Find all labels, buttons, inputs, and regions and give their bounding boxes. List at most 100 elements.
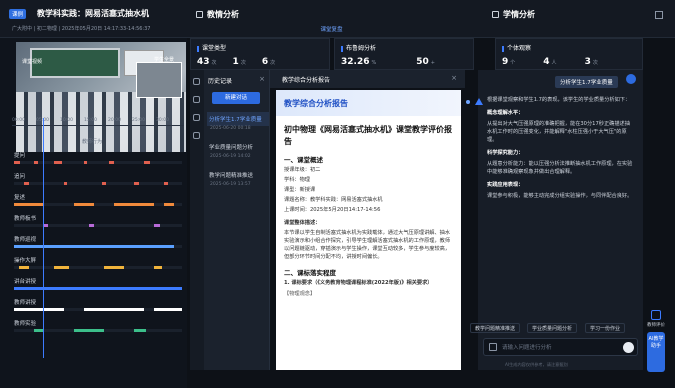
quick-action-button[interactable]: 学业质量问题分析: [527, 323, 578, 333]
attach-icon[interactable]: [489, 343, 497, 351]
report-title: 初中物理《网易活塞式抽水机》课堂教学评价报告: [284, 125, 452, 146]
tick-label: 10:00: [60, 118, 73, 123]
quick-action-button[interactable]: 学习一份作业: [585, 323, 626, 333]
timeline-row: 提问: [12, 149, 184, 170]
timeline-segment[interactable]: [154, 266, 162, 269]
timeline-segment[interactable]: [109, 161, 114, 164]
stat-value: 32.26%: [341, 57, 377, 67]
behavior-timeline: 00:00 05:00 10:00 15:00 20:00 25:00 30:0…: [12, 118, 184, 338]
timeline-track[interactable]: [14, 245, 182, 248]
timeline-segment[interactable]: [84, 308, 144, 311]
history-item[interactable]: 分析学生1.7学业质量: [207, 112, 269, 126]
history-date: 2025-06-19 14:02: [210, 154, 251, 159]
history-item[interactable]: 教学问题精准推送: [207, 168, 269, 182]
response-intro: 根据课堂观察和学生1.7的表现，该学生的学业质量分析如下：: [487, 97, 631, 103]
timeline-segment[interactable]: [14, 203, 44, 206]
report-quote: 【物理观念】: [284, 291, 316, 297]
report-header: 教学综合分析报告 ×: [270, 70, 465, 88]
button-label: 教师评价: [647, 323, 665, 328]
overview-text: 本节课以学生自制活塞式抽水机为实践载体，通过大气压原理讲解、抽水实验演示和小组合…: [284, 230, 451, 260]
teacher-eval-button[interactable]: 教师评价: [647, 310, 665, 328]
timeline-segment[interactable]: [54, 161, 62, 164]
timeline-row-label: 教师板书: [14, 216, 37, 222]
video-label: 课堂视频: [22, 59, 43, 65]
timeline-segment[interactable]: [74, 203, 94, 206]
banner-title: 教学综合分析报告: [284, 99, 348, 108]
timeline-track[interactable]: [14, 308, 182, 311]
send-button[interactable]: [623, 342, 634, 353]
timeline-segment[interactable]: [14, 287, 182, 290]
timeline-segment[interactable]: [164, 182, 168, 185]
document-icon[interactable]: [193, 114, 200, 121]
tick-label: 20:00: [108, 118, 121, 123]
timeline-segment[interactable]: [89, 224, 94, 227]
overview-label: 课堂整体描述：: [284, 220, 321, 226]
report-document[interactable]: 教学综合分析报告 初中物理《网易活塞式抽水机》课堂教学评价报告 一、课堂概述 授…: [276, 90, 461, 370]
stat-value: 6次: [261, 57, 276, 67]
student-inset-video[interactable]: [136, 62, 182, 98]
timeline-segment[interactable]: [102, 182, 106, 185]
timeline-segment[interactable]: [54, 266, 69, 269]
timeline-segment[interactable]: [164, 203, 174, 206]
tab-review[interactable]: 课堂复盘: [190, 25, 473, 37]
close-icon[interactable]: ×: [451, 74, 457, 82]
lesson-meta: 广大附中 | 初二物理 | 2025年05月20日 14:17:33-14:56…: [12, 26, 151, 32]
timeline-row: 追问: [12, 170, 184, 191]
timeline-segment[interactable]: [134, 182, 139, 185]
timeline-segment[interactable]: [19, 266, 29, 269]
history-item[interactable]: 学业质量问题分析: [207, 140, 269, 154]
timeline-segment[interactable]: [154, 224, 160, 227]
timeline-track[interactable]: [14, 329, 182, 332]
timeline-segment[interactable]: [64, 182, 67, 185]
timeline-segment[interactable]: [154, 308, 182, 311]
stat-row: 32.26% 50 +: [341, 57, 435, 67]
response-heading: 实践应用表现：: [487, 182, 524, 188]
timeline-playhead[interactable]: [43, 118, 44, 358]
timeline-row-label: 教师巡视: [14, 237, 37, 243]
fullscreen-icon[interactable]: [655, 11, 663, 19]
chat-input[interactable]: [502, 342, 622, 353]
timeline-row: 教师巡视: [12, 233, 184, 254]
timeline-segment[interactable]: [144, 161, 150, 164]
new-chat-button[interactable]: 新建对话: [212, 92, 260, 104]
timeline-track[interactable]: [14, 182, 182, 185]
timeline-segment[interactable]: [134, 329, 146, 332]
response-heading: 概念理解水平：: [487, 110, 524, 116]
back-icon[interactable]: [193, 78, 200, 85]
timeline-track[interactable]: [14, 266, 182, 269]
lesson-badge: 课例: [9, 9, 27, 19]
timeline-track[interactable]: [14, 287, 182, 290]
section-teaching-analysis[interactable]: 教情分析: [196, 9, 239, 20]
report-line: 课型：新授课: [284, 187, 316, 193]
timeline-row-label: 追问: [14, 174, 26, 180]
report-line: 学科：物理: [284, 177, 310, 183]
timeline-segment[interactable]: [104, 266, 124, 269]
scroll-indicator[interactable]: [466, 100, 470, 104]
stat-value: 50 +: [416, 57, 435, 67]
panel-title: 布鲁姆分析: [341, 43, 376, 52]
ai-assistant-button[interactable]: AI教学助手: [647, 332, 665, 372]
timeline-track[interactable]: [14, 161, 182, 164]
close-icon[interactable]: ×: [259, 75, 265, 83]
timeline-segment[interactable]: [34, 161, 38, 164]
timeline-row: 讲台讲授: [12, 275, 184, 296]
timeline-segment[interactable]: [14, 161, 20, 164]
quick-action-button[interactable]: 教学问题精准推送: [470, 323, 521, 333]
timeline-segment[interactable]: [114, 203, 154, 206]
timeline-row-label: 讲台讲授: [14, 279, 37, 285]
timeline-segment[interactable]: [84, 161, 87, 164]
timeline-row: 教师讲授: [12, 296, 184, 317]
timeline-segment[interactable]: [24, 182, 29, 185]
section-student-analysis[interactable]: 学情分析: [492, 9, 535, 20]
blackboard: [30, 48, 120, 78]
panel-title: 个体观察: [502, 43, 531, 52]
timeline-segment[interactable]: [44, 224, 48, 227]
report-line: 授课年级：初二: [284, 167, 321, 173]
timeline-track[interactable]: [14, 224, 182, 227]
timeline-segment[interactable]: [74, 329, 104, 332]
timeline-segment[interactable]: [14, 245, 174, 248]
timeline-segment[interactable]: [14, 308, 64, 311]
refresh-icon[interactable]: [193, 132, 200, 139]
timeline-track[interactable]: [14, 203, 182, 206]
history-icon[interactable]: [193, 96, 200, 103]
